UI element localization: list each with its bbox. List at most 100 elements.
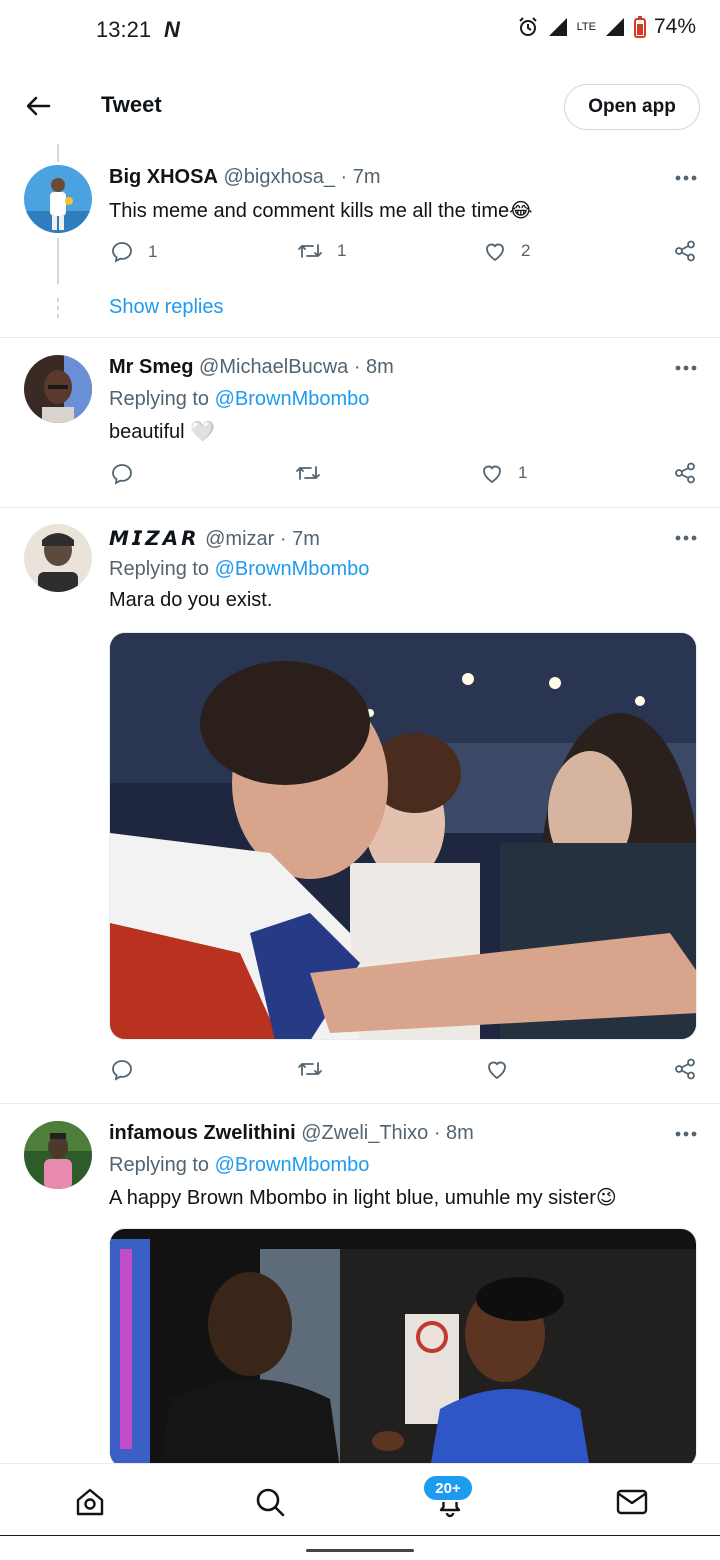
retweet-button[interactable] [297, 1058, 323, 1080]
divider [0, 1103, 720, 1104]
open-app-button[interactable]: Open app [564, 84, 700, 130]
retweet-button[interactable]: 1 [297, 240, 346, 262]
more-icon [675, 535, 697, 541]
network-type: LTE [576, 20, 596, 33]
status-time: 13:21 [96, 17, 152, 42]
reply-icon [112, 242, 132, 263]
signal-icon [548, 18, 567, 36]
tweet-author[interactable]: Big XHOSA @bigxhosa_ · 7m [109, 166, 381, 189]
replying-to: Replying to @BrownMbombo [109, 558, 369, 581]
reply-button[interactable]: 1 [110, 240, 157, 264]
like-button[interactable] [485, 1058, 509, 1080]
tweet-text: A happy Brown Mbombo in light blue, umuh… [109, 1187, 617, 1209]
retweet-icon [298, 244, 322, 258]
retweet-button[interactable] [295, 462, 321, 484]
user-handle: @Zweli_Thixo [301, 1122, 429, 1144]
home-icon [76, 1488, 104, 1516]
replying-prefix: Replying to [109, 388, 210, 410]
tweet-photo[interactable] [109, 1228, 697, 1468]
retweet-count: 1 [337, 241, 347, 260]
tweet-author[interactable]: infamous Zwelithini @Zweli_Thixo · 8m [109, 1122, 474, 1145]
replying-prefix: Replying to [109, 558, 210, 580]
tweet-time: · 7m [279, 528, 320, 550]
reply-button[interactable] [110, 1058, 134, 1082]
heart-icon [483, 465, 501, 484]
more-options-button[interactable] [668, 358, 704, 378]
show-replies-link[interactable]: Show replies [109, 296, 224, 319]
reply-count: 1 [148, 242, 158, 261]
tweet-time: · 8m [433, 1122, 474, 1144]
share-icon [675, 1058, 695, 1080]
reply-icon [112, 464, 132, 485]
back-button[interactable] [20, 88, 56, 124]
like-count: 2 [521, 241, 531, 260]
tweet-text: beautiful 🤍 [109, 421, 216, 443]
more-options-button[interactable] [668, 528, 704, 548]
avatar[interactable] [24, 1121, 92, 1189]
display-name: Big XHOSA [109, 166, 218, 188]
bottom-nav: 20+ [0, 1463, 720, 1535]
thread-line-dotted [57, 298, 59, 320]
divider [0, 507, 720, 508]
like-count: 1 [518, 463, 528, 482]
status-bar: 13:21 N LTE 74% [0, 0, 720, 60]
heart-icon [488, 1061, 506, 1080]
like-button[interactable]: 1 [480, 462, 527, 484]
nav-messages[interactable] [612, 1482, 652, 1522]
avatar[interactable] [24, 524, 92, 592]
display-name: 𝙈𝙄𝙕𝘼𝙍 [109, 528, 200, 550]
tweet-author[interactable]: Mr Smeg @MichaelBucwa · 8m [109, 356, 394, 379]
arrow-left-icon [26, 96, 51, 116]
gesture-area [0, 1535, 720, 1560]
notifications-badge: 20+ [422, 1474, 474, 1502]
tweet-photo[interactable] [109, 632, 697, 1040]
tweet-actions: 1 [0, 462, 720, 492]
heart-icon [486, 243, 504, 262]
avatar[interactable] [24, 165, 92, 233]
retweet-icon [298, 1062, 322, 1076]
battery-percentage: 74% [653, 15, 696, 38]
alarm-icon [518, 17, 537, 36]
more-options-button[interactable] [668, 1124, 704, 1144]
avatar[interactable] [24, 355, 92, 423]
user-handle: @bigxhosa_ [223, 166, 335, 188]
tweet-time: · 8m [353, 356, 394, 378]
tweet-time: · 7m [340, 166, 381, 188]
share-button[interactable] [674, 462, 696, 484]
battery-icon [633, 16, 646, 38]
status-indicators: LTE 74% [517, 15, 696, 39]
mail-icon [616, 1489, 648, 1515]
share-button[interactable] [674, 240, 696, 262]
nav-home[interactable] [70, 1482, 110, 1522]
replying-to: Replying to @BrownMbombo [109, 388, 369, 411]
like-button[interactable]: 2 [483, 240, 530, 262]
tweet-text: Mara do you exist. [109, 589, 273, 611]
replying-to-link[interactable]: @BrownMbombo [215, 388, 370, 410]
more-options-button[interactable] [668, 168, 704, 188]
thread-line [57, 144, 59, 162]
display-name: infamous Zwelithini [109, 1122, 296, 1144]
replying-prefix: Replying to [109, 1154, 210, 1176]
more-icon [675, 1131, 697, 1137]
reply-icon [112, 1060, 132, 1081]
replying-to-link[interactable]: @BrownMbombo [215, 1154, 370, 1176]
search-icon [256, 1488, 285, 1517]
share-button[interactable] [674, 1058, 696, 1080]
nav-search[interactable] [250, 1482, 290, 1522]
share-icon [675, 240, 695, 262]
retweet-icon [296, 466, 320, 480]
gesture-handle[interactable] [306, 1549, 414, 1552]
more-icon [675, 175, 697, 181]
signal-icon-2 [605, 18, 624, 36]
reply-button[interactable] [110, 462, 134, 486]
tweet-author[interactable]: 𝙈𝙄𝙕𝘼𝙍 @mizar · 7m [109, 526, 320, 551]
user-handle: @MichaelBucwa [199, 356, 349, 378]
page-title: Tweet [101, 92, 162, 117]
nfc-icon: N [164, 17, 180, 42]
tweet-actions [0, 1058, 720, 1088]
replying-to: Replying to @BrownMbombo [109, 1154, 369, 1177]
share-icon [675, 462, 695, 484]
tweet-text: This meme and comment kills me all the t… [109, 200, 533, 222]
replying-to-link[interactable]: @BrownMbombo [215, 558, 370, 580]
user-handle: @mizar [205, 528, 275, 550]
